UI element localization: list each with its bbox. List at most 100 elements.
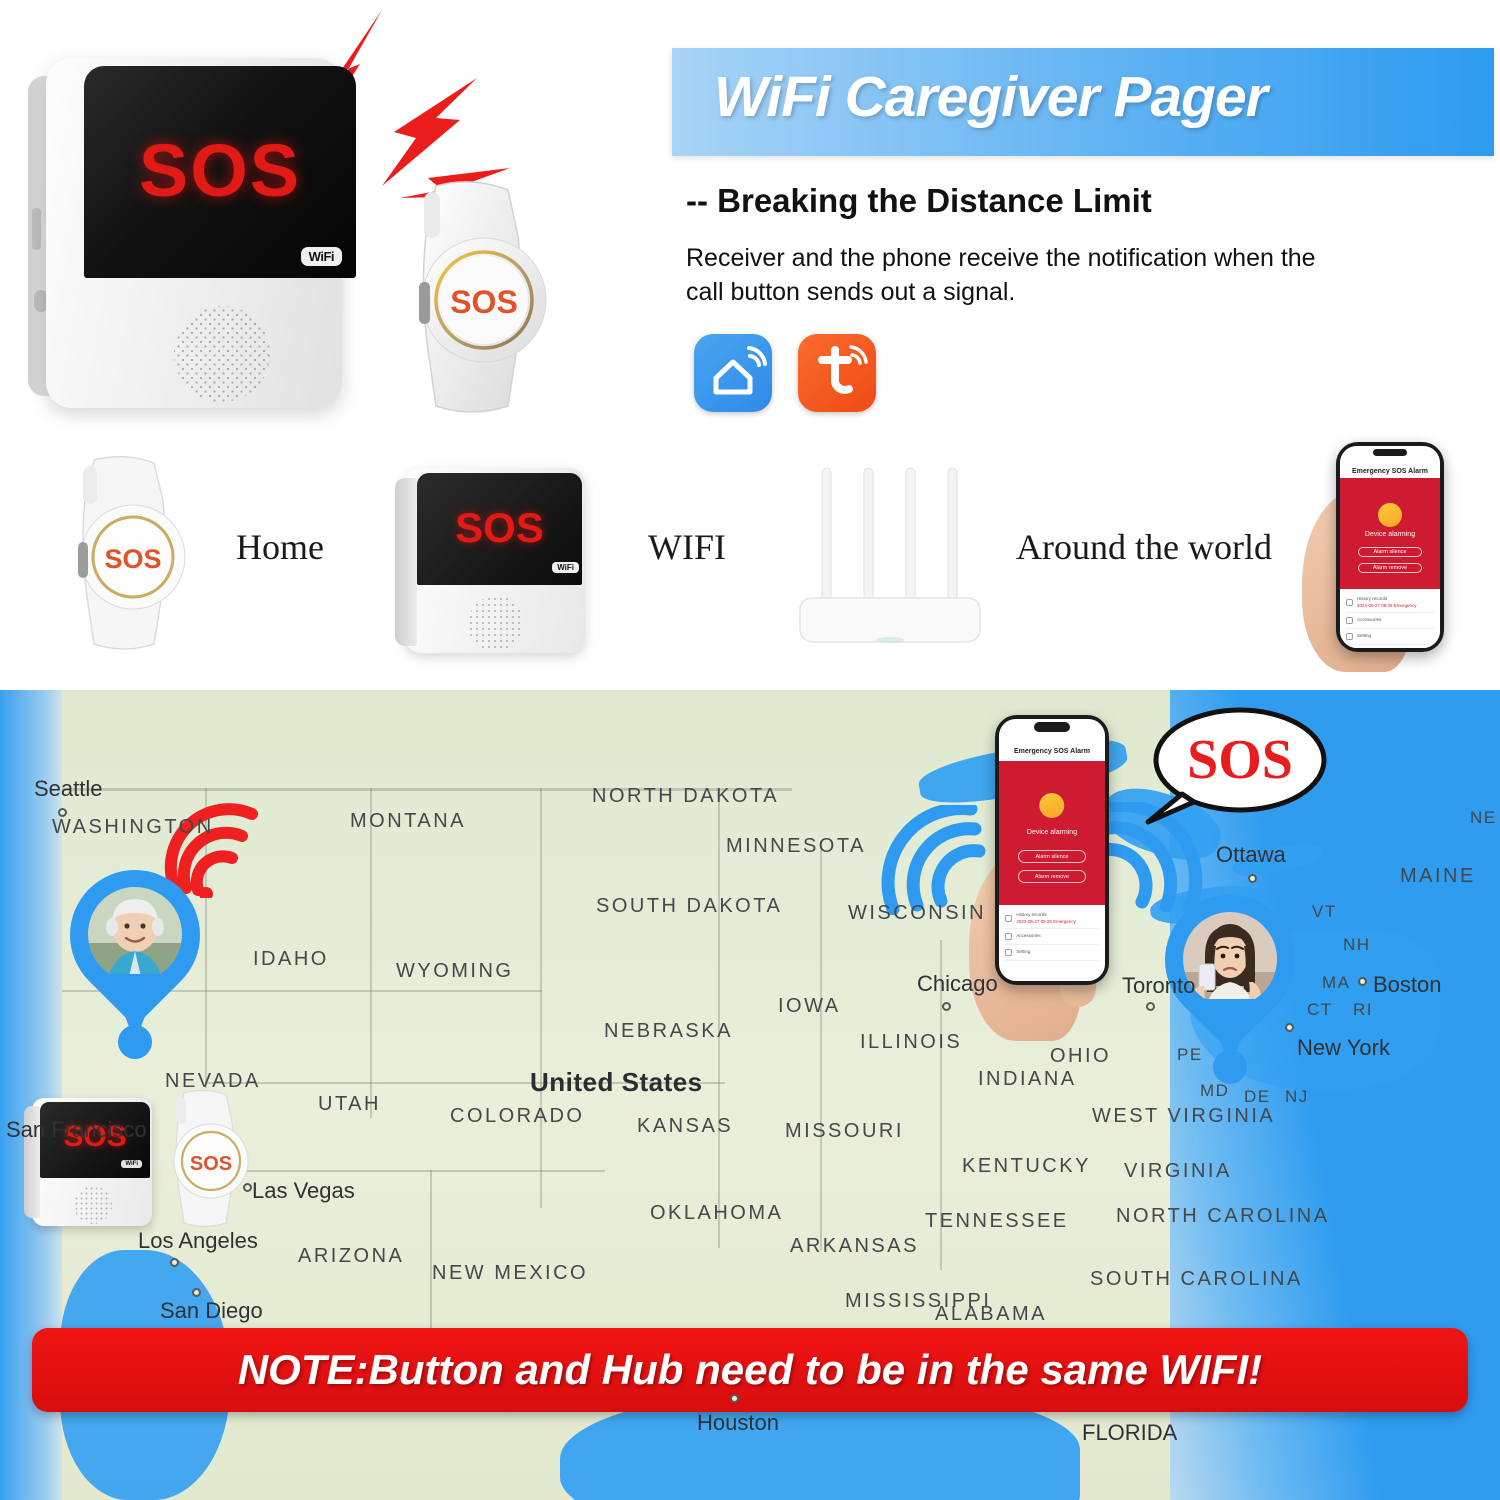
coverage-map-section: SOS Emergency SOS Alarm Device alarming Al… <box>0 690 1500 1500</box>
young-woman-avatar <box>1183 912 1277 1006</box>
map-sos-wristband: SOS <box>173 1089 249 1228</box>
map-city-label: San Diego <box>160 1298 263 1323</box>
map-state-label: ARKANSAS <box>790 1235 919 1257</box>
header-banner: WiFi Caregiver Pager <box>672 48 1494 156</box>
menu-item-icon <box>1346 633 1353 641</box>
hub-speaker-grille-icon <box>174 306 270 402</box>
map-state-label: NEBRASKA <box>604 1020 733 1042</box>
map-city-label: San Francisco <box>6 1117 147 1142</box>
map-city-label: FLORIDA <box>1082 1420 1178 1445</box>
alarm-action-button-0[interactable]: Alarm silence <box>1018 850 1086 864</box>
menu-item-label: Accessories <box>1016 933 1041 939</box>
phone-nav-bar: Emergency SOS Alarm <box>1340 464 1440 479</box>
app-menu-item[interactable]: History records 2023-05-27 09:25 Emergenc… <box>1005 908 1099 929</box>
phone-nav-bar: Emergency SOS Alarm <box>999 742 1105 761</box>
header-subtitle: -- Breaking the Distance Limit <box>686 182 1152 219</box>
alarm-status-text: Device alarming <box>1026 828 1078 836</box>
menu-item-label: History records <box>1357 596 1388 602</box>
alarm-action-button-1[interactable]: Alarm remove <box>1358 562 1422 573</box>
map-state-label: SOUTH CAROLINA <box>1090 1268 1303 1290</box>
map-state-label: MISSOURI <box>785 1120 904 1142</box>
app-menu-item[interactable]: Setting <box>1346 629 1434 646</box>
state-border <box>540 788 542 1208</box>
phone-status-bar <box>999 719 1105 743</box>
alarm-panel: Device alarming Alarm silence Alarm remove <box>1340 478 1440 590</box>
map-state-label: ILLINOIS <box>860 1031 963 1053</box>
map-state-label: NJ <box>1285 1087 1309 1106</box>
flow-sos-hub: SOS WiFi <box>395 468 595 653</box>
map-state-label: NORTH CAROLINA <box>1116 1205 1330 1227</box>
flow-smartphone-in-hand: Emergency SOS Alarm Device alarming Alarm … <box>1290 442 1490 672</box>
app-menu-item[interactable]: Accessories <box>1346 613 1434 630</box>
map-state-label: SOUTH DAKOTA <box>596 895 783 917</box>
map-city-dot <box>942 1002 951 1011</box>
alarm-panel: Device alarming Alarm silence Alarm remove <box>999 760 1105 905</box>
hub-display-screen: SOS WiFi <box>84 66 356 278</box>
phone-notch <box>1033 722 1071 733</box>
map-state-label: WISCONSIN <box>848 902 987 924</box>
elderly-woman-avatar <box>88 887 182 981</box>
app-menu-item[interactable]: Setting <box>1005 945 1099 961</box>
map-state-label: WASHINGTON <box>52 816 214 838</box>
map-state-label: RI <box>1353 1000 1373 1019</box>
map-state-label: VIRGINIA <box>1124 1160 1232 1182</box>
state-border <box>430 1170 432 1330</box>
phone-notch <box>1373 448 1407 457</box>
map-country-label: United States <box>530 1067 703 1097</box>
map-phone-app-screen[interactable]: Emergency SOS Alarm Device alarming Alarm … <box>999 719 1105 981</box>
flow-label-around-world: Around the world <box>1016 527 1272 567</box>
state-border <box>820 850 822 1250</box>
svg-text:SOS: SOS <box>104 544 161 574</box>
map-state-label: ALABAMA <box>935 1303 1047 1325</box>
menu-item-label: Setting <box>1357 633 1372 639</box>
sos-hub-device: SOS WiFi <box>28 58 356 413</box>
map-state-label: NE <box>1470 808 1497 827</box>
app-menu-item[interactable]: Accessories <box>1005 929 1099 945</box>
map-city-label: Toronto <box>1122 973 1196 998</box>
alarm-action-button-1[interactable]: Alarm remove <box>1018 870 1086 884</box>
menu-item-icon <box>1005 948 1013 956</box>
smart-life-app-icon <box>694 334 772 412</box>
map-state-label: PE <box>1177 1045 1203 1064</box>
phone-status-bar <box>1340 446 1440 465</box>
menu-item-subtext: 2023-05-27 09:25 Emergency <box>1016 918 1076 924</box>
map-state-label: DE <box>1244 1087 1271 1106</box>
map-city-dot <box>730 1394 739 1403</box>
page-title: WiFi Caregiver Pager <box>714 65 1268 129</box>
connection-flow-diagram: SOS Home SOS WiFi WIFI Around the world <box>0 440 1500 1058</box>
flow-sos-wristband: SOS <box>78 455 186 650</box>
hub-sos-text: SOS <box>138 129 302 212</box>
svg-text:SOS: SOS <box>190 1153 232 1175</box>
phone-app-screen[interactable]: Emergency SOS Alarm Device alarming Alarm … <box>1340 446 1440 648</box>
app-menu-item[interactable]: History records 2023-05-27 09:25 Emergenc… <box>1346 592 1434 614</box>
tuya-app-icon <box>798 334 876 412</box>
hub-body: SOS WiFi <box>46 58 356 408</box>
sos-speech-bubble: SOS <box>1145 707 1327 825</box>
hub-port <box>32 208 41 250</box>
map-state-label: IDAHO <box>253 948 329 970</box>
alarm-status-text: Device alarming <box>1364 530 1416 538</box>
map-state-label: NEW MEXICO <box>432 1262 589 1284</box>
header-description: Receiver and the phone receive the notif… <box>686 244 1316 306</box>
flow-label-home: Home <box>236 527 324 567</box>
map-state-label: KANSAS <box>637 1115 734 1137</box>
map-city-label: Seattle <box>34 776 103 801</box>
menu-item-label: Setting <box>1016 949 1031 955</box>
map-city-dot <box>1146 1002 1155 1011</box>
alarm-action-button-0[interactable]: Alarm silence <box>1358 547 1422 558</box>
map-state-label: NH <box>1343 935 1371 954</box>
menu-item-icon <box>1346 598 1353 606</box>
map-city-dot <box>1358 977 1367 986</box>
map-state-label: UTAH <box>318 1093 381 1115</box>
menu-item-icon <box>1005 914 1013 922</box>
map-city-dot <box>170 1258 179 1267</box>
map-state-label: KENTUCKY <box>962 1155 1091 1177</box>
map-state-label: ARIZONA <box>298 1245 405 1267</box>
map-state-label: VT <box>1312 902 1337 921</box>
map-state-label: MA <box>1322 973 1351 992</box>
wifi-badge-icon: WiFi <box>300 247 342 266</box>
map-city-label: Boston <box>1373 972 1442 997</box>
map-state-label: MONTANA <box>350 810 467 832</box>
wifi-router-device <box>799 467 981 643</box>
map-city-label: Los Angeles <box>138 1228 258 1253</box>
